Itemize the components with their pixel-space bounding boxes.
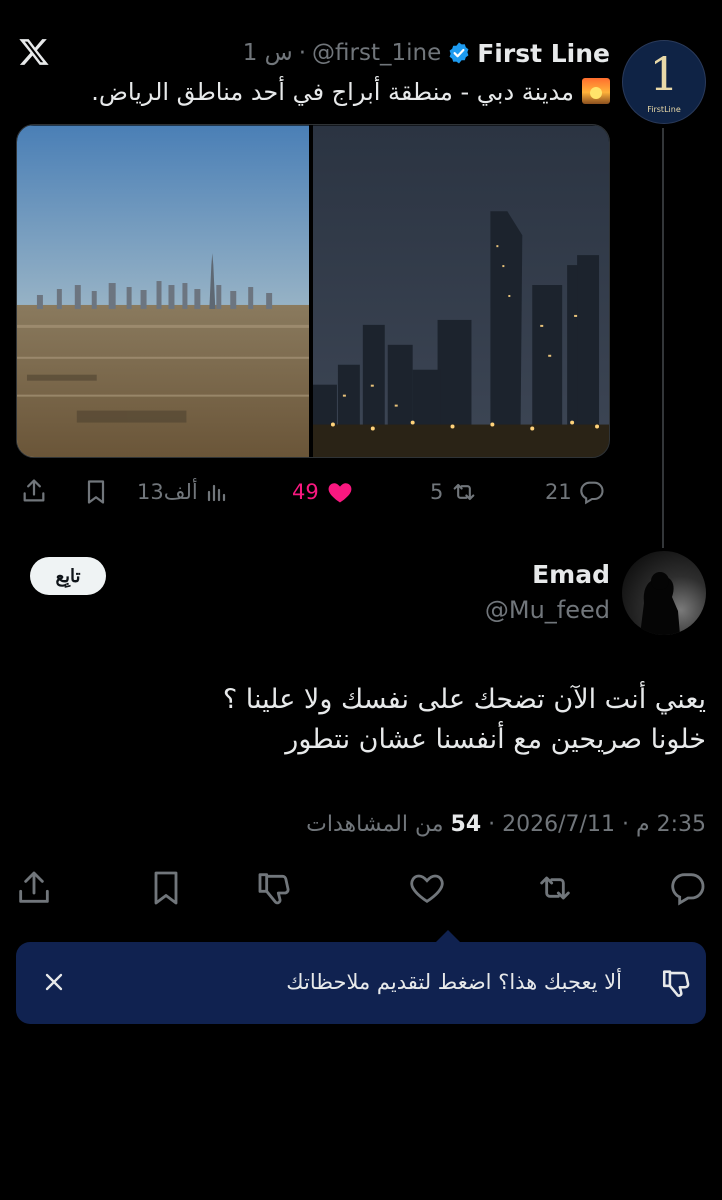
quoted-tweet-header: First Line @first_1ine · 1 س bbox=[243, 36, 610, 70]
share-icon[interactable] bbox=[14, 866, 54, 910]
analytics-icon bbox=[207, 484, 225, 502]
like-count: 49 bbox=[292, 480, 319, 504]
avatar-caption: FirstLine bbox=[647, 105, 681, 114]
reply-icon[interactable] bbox=[668, 866, 708, 910]
downvote-icon[interactable] bbox=[255, 866, 295, 910]
retweet-action[interactable]: 5 bbox=[430, 476, 479, 508]
separator-dot: · bbox=[298, 40, 307, 66]
quoted-tweet-text: مدينة دبي - منطقة أبراج في أحد مناطق الر… bbox=[50, 78, 610, 106]
reply-count: 21 bbox=[545, 480, 572, 504]
x-logo-icon[interactable] bbox=[18, 36, 50, 68]
share-icon[interactable] bbox=[20, 476, 48, 506]
views-label: من المشاهدات bbox=[306, 812, 444, 837]
quoted-tweet-body: مدينة دبي - منطقة أبراج في أحد مناطق الر… bbox=[91, 78, 574, 106]
media-photo-dubai[interactable] bbox=[17, 125, 309, 458]
thread-connector-line bbox=[662, 128, 664, 548]
heart-filled-icon bbox=[328, 483, 352, 503]
views-action[interactable]: 13ألف bbox=[137, 476, 228, 508]
tweet-line-2: خلونا صريحين مع أنفسنا عشان نتطور bbox=[285, 724, 706, 755]
tweet-media-grid[interactable] bbox=[16, 124, 610, 458]
author-name[interactable]: First Line bbox=[477, 39, 610, 68]
retweet-icon bbox=[453, 483, 475, 501]
bookmark-icon[interactable] bbox=[82, 477, 110, 507]
views-count-main: 54 bbox=[450, 812, 482, 837]
first-line-avatar[interactable]: 1 FirstLine bbox=[622, 40, 706, 124]
reply-icon bbox=[580, 481, 604, 505]
author-handle[interactable]: @first_1ine bbox=[312, 40, 441, 66]
tweet-metadata: 2:35 م · 2026/7/11 · 54 من المشاهدات bbox=[306, 812, 706, 837]
author-handle-emad[interactable]: @Mu_feed bbox=[485, 596, 610, 624]
author-name-emad[interactable]: Emad bbox=[532, 560, 610, 589]
meta-separator: · bbox=[488, 812, 496, 837]
heart-icon[interactable] bbox=[407, 866, 447, 910]
bookmark-icon[interactable] bbox=[146, 866, 186, 910]
retweet-count: 5 bbox=[430, 480, 444, 504]
follow-button[interactable]: تابِع bbox=[30, 557, 106, 595]
tweet-time[interactable]: 2:35 م bbox=[636, 812, 706, 837]
meta-separator: · bbox=[621, 812, 629, 837]
thumbs-down-icon bbox=[662, 970, 690, 997]
feedback-banner-text[interactable]: ألا يعجبك هذا؟ اضغط لتقديم ملاحظاتك bbox=[286, 970, 622, 994]
like-action[interactable]: 49 bbox=[292, 476, 355, 508]
retweet-icon[interactable] bbox=[535, 866, 575, 910]
avatar-number: 1 bbox=[649, 47, 679, 101]
views-count: 13ألف bbox=[137, 480, 198, 504]
tweet-line-1: يعني أنت الآن تضحك على نفسك ولا علينا ؟ bbox=[222, 684, 706, 715]
post-time[interactable]: 1 س bbox=[243, 40, 293, 66]
close-icon[interactable] bbox=[40, 968, 68, 996]
sunset-emoji-icon bbox=[582, 78, 610, 104]
media-photo-riyadh[interactable] bbox=[313, 125, 609, 458]
emad-avatar[interactable] bbox=[622, 551, 706, 635]
banner-pointer bbox=[436, 930, 460, 942]
tweet-date[interactable]: 2026/7/11 bbox=[502, 812, 615, 837]
reply-action[interactable]: 21 bbox=[545, 476, 606, 508]
main-tweet-text: يعني أنت الآن تضحك على نفسك ولا علينا ؟ … bbox=[16, 680, 706, 760]
verified-badge-icon bbox=[449, 42, 469, 64]
